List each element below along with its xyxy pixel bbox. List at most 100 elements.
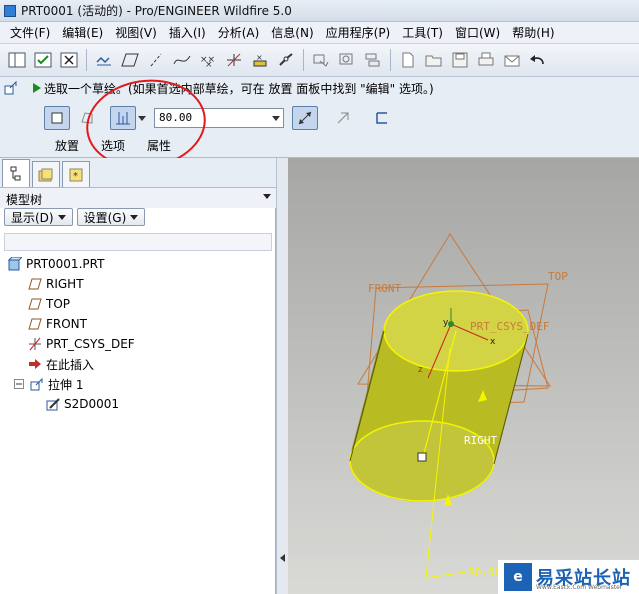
axis-icon[interactable]: [145, 49, 167, 71]
remove-material-button[interactable]: [330, 106, 356, 130]
model-tree-filter-bar[interactable]: [4, 233, 272, 251]
menu-applications[interactable]: 应用程序(P): [320, 24, 397, 41]
model-tree-tab-icon[interactable]: [2, 159, 30, 187]
datum-plane-icon: [28, 317, 42, 331]
csys-label: PRT_CSYS_DEF: [470, 320, 549, 333]
title-bar: PRT0001 (活动的) - Pro/ENGINEER Wildfire 5.…: [0, 0, 639, 22]
flip-direction-button[interactable]: [292, 106, 318, 130]
sketch-icon: [46, 397, 60, 411]
tree-item-right[interactable]: RIGHT: [28, 274, 84, 294]
csys-icon: [28, 337, 42, 351]
extrude-icon: [30, 377, 44, 391]
message-area: 选取一个草绘。(如果首选内部草绘，可在 放置 面板中找到 "编辑" 选项。): [0, 77, 639, 99]
csys-y-label: y: [443, 318, 449, 328]
save-icon[interactable]: [449, 49, 471, 71]
model-tree-buttons: 显示(D) 设置(G): [4, 208, 149, 230]
model-view: y x z FRONT TOP PRT_CSYS_DEF RIGHT 80.00: [349, 233, 568, 579]
tree-item-label: FRONT: [46, 317, 87, 331]
tree-item-part[interactable]: PRT0001.PRT: [8, 254, 104, 274]
navigator-tabs: *: [0, 158, 276, 188]
analysis-feature-icon[interactable]: ×: [249, 49, 271, 71]
link-icon[interactable]: [275, 49, 297, 71]
tree-item-label: PRT0001.PRT: [26, 257, 105, 271]
menu-analysis[interactable]: 分析(A): [212, 24, 266, 41]
menu-insert[interactable]: 插入(I): [163, 24, 212, 41]
tree-item-csys[interactable]: PRT_CSYS_DEF: [28, 334, 135, 354]
svg-text:×: ×: [205, 60, 213, 68]
print-icon[interactable]: [475, 49, 497, 71]
navigator-panel: * 模型树 显示(D) 设置(G) PRT0001.PRT RIGHT TOP …: [0, 158, 276, 594]
undo-icon[interactable]: [527, 49, 549, 71]
csys-z-label: z: [418, 365, 423, 375]
window-title: PRT0001 (活动的) - Pro/ENGINEER Wildfire 5.…: [21, 4, 292, 18]
datum-plane-icon: [28, 297, 42, 311]
graphics-window[interactable]: y x z FRONT TOP PRT_CSYS_DEF RIGHT 80.00: [288, 158, 639, 594]
curve-icon[interactable]: [171, 49, 193, 71]
toolbar-separator: [303, 49, 304, 71]
open-folder-icon[interactable]: [423, 49, 445, 71]
toolbar-separator: [390, 49, 391, 71]
window-layout-icon[interactable]: [6, 49, 28, 71]
svg-text:×: ×: [256, 53, 263, 62]
view-orient-icon[interactable]: [310, 49, 332, 71]
send-mail-icon[interactable]: [501, 49, 523, 71]
datum-plane-display-icon[interactable]: [93, 49, 115, 71]
menu-view[interactable]: 视图(V): [109, 24, 163, 41]
front-label: FRONT: [368, 282, 401, 295]
datum-point-icon[interactable]: ×× ×: [197, 49, 219, 71]
extrude-solid-button[interactable]: [44, 106, 70, 130]
insert-here-arrow-icon: [28, 357, 42, 371]
toolbar-separator: [86, 49, 87, 71]
plane-icon[interactable]: [119, 49, 141, 71]
coordinate-system-icon[interactable]: [223, 49, 245, 71]
checked-window-icon[interactable]: [32, 49, 54, 71]
model-tree-title: 模型树: [6, 193, 43, 207]
folder-browser-tab-icon[interactable]: [32, 161, 60, 187]
right-label: RIGHT: [464, 434, 497, 447]
settings-button[interactable]: 设置(G): [76, 208, 146, 226]
model-tree-menu-icon[interactable]: [263, 194, 271, 199]
drag-handle[interactable]: [417, 452, 427, 462]
prompt-text: 选取一个草绘。(如果首选内部草绘，可在 放置 面板中找到 "编辑" 选项。): [44, 82, 434, 96]
main-toolbar: ×× × ×: [0, 43, 639, 77]
menu-info[interactable]: 信息(N): [265, 24, 319, 41]
chevron-down-icon: [130, 214, 139, 220]
csys-x-label: x: [490, 337, 496, 347]
tree-item-label: TOP: [46, 297, 71, 311]
show-button[interactable]: 显示(D): [4, 208, 73, 226]
expand-collapse-icon[interactable]: [12, 377, 26, 391]
new-file-icon[interactable]: [397, 49, 419, 71]
part-icon: [8, 257, 22, 271]
depth-dimension-label[interactable]: 80.00: [468, 566, 501, 579]
tree-item-top[interactable]: TOP: [28, 294, 70, 314]
menu-help[interactable]: 帮助(H): [506, 24, 560, 41]
top-label: TOP: [548, 270, 568, 283]
settings-button-label: 设置(G): [83, 210, 127, 225]
tree-item-sketch[interactable]: S2D0001: [46, 394, 119, 414]
menu-file[interactable]: 文件(F): [4, 24, 56, 41]
tree-item-label: S2D0001: [64, 397, 120, 411]
menu-tools[interactable]: 工具(T): [396, 24, 449, 41]
view-manager-icon[interactable]: [336, 49, 358, 71]
layer-icon[interactable]: [362, 49, 384, 71]
dimension-leader: [425, 571, 467, 579]
collapse-panel-icon[interactable]: [280, 554, 285, 562]
tree-item-insert-here[interactable]: 在此插入: [28, 354, 94, 374]
tree-item-extrude[interactable]: 拉伸 1: [12, 374, 83, 394]
app-icon: [4, 4, 16, 17]
depth-dropdown-icon[interactable]: [272, 116, 280, 121]
panel-splitter[interactable]: [276, 158, 288, 594]
prompt-arrow-icon: [33, 83, 41, 93]
thicken-sketch-button[interactable]: [368, 106, 394, 130]
tree-item-label: 在此插入: [46, 357, 95, 372]
menu-edit[interactable]: 编辑(E): [56, 24, 109, 41]
tab-placement[interactable]: 放置: [44, 135, 90, 155]
favorites-tab-icon[interactable]: *: [62, 161, 90, 187]
tree-item-front[interactable]: FRONT: [28, 314, 87, 334]
watermark-subtext: Www.Easck.Com Webmaster: [536, 584, 623, 591]
close-window-icon[interactable]: [58, 49, 80, 71]
menu-window[interactable]: 窗口(W): [449, 24, 506, 41]
menu-bar: 文件(F) 编辑(E) 视图(V) 插入(I) 分析(A) 信息(N) 应用程序…: [0, 22, 639, 43]
watermark: e 易采站长站 Www.Easck.Com Webmaster: [498, 560, 639, 594]
dashboard-pin-icon[interactable]: [4, 81, 18, 95]
